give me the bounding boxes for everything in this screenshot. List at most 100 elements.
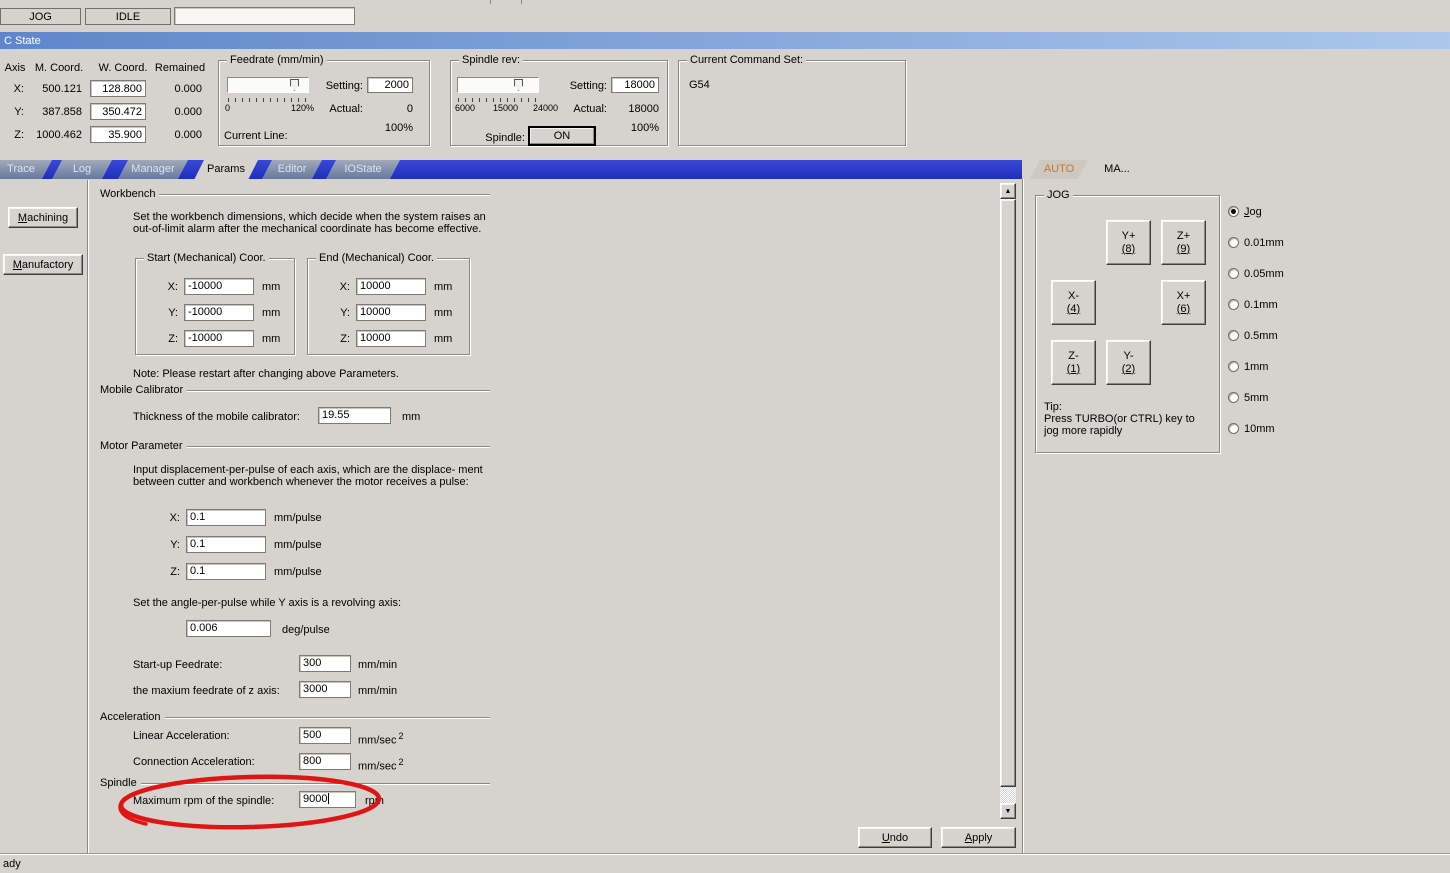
- tab-log[interactable]: Log: [52, 160, 112, 179]
- tab-editor[interactable]: Editor: [262, 160, 322, 179]
- zmax-feedrate-field[interactable]: 3000: [299, 681, 351, 698]
- pulse-y-field[interactable]: 0.1: [186, 536, 266, 553]
- axis-y-label: Y:: [14, 106, 24, 118]
- radio-icon[interactable]: [1228, 423, 1239, 434]
- start-y-label: Y:: [168, 307, 178, 319]
- angle-per-pulse-value: 0.006: [190, 622, 218, 634]
- jog-z-minus-button[interactable]: Z- (1): [1051, 340, 1096, 385]
- feedrate-setting-label: Setting:: [325, 80, 363, 92]
- step-option-5mm[interactable]: 5mm: [1228, 391, 1268, 404]
- machine-state-button[interactable]: IDLE: [85, 8, 171, 25]
- command-set-group-label: Current Command Set:: [687, 54, 807, 67]
- step-option-jog-label[interactable]: Jog: [1244, 206, 1262, 218]
- apply-button[interactable]: Apply: [941, 827, 1016, 848]
- step-option-0-5mm-label[interactable]: 0.5mm: [1244, 330, 1278, 342]
- spindle-on-button[interactable]: ON: [529, 127, 595, 145]
- ncstudio-window: JOG IDLE C State Axis M. Coord. W. Coord…: [0, 0, 1450, 873]
- end-y-field[interactable]: 10000: [356, 304, 426, 321]
- main-tabbar: Trace Log Manager Params Editor IOState: [0, 160, 1022, 179]
- sidebar-divider: [87, 180, 89, 853]
- wcoord-x-box[interactable]: 128.800: [90, 80, 146, 97]
- start-x-unit: mm: [262, 281, 281, 293]
- machining-button[interactable]: Machining: [8, 207, 78, 228]
- step-option-10mm[interactable]: 10mm: [1228, 422, 1275, 435]
- step-option-1mm-label[interactable]: 1mm: [1244, 361, 1268, 373]
- radio-icon[interactable]: [1228, 361, 1239, 372]
- feedrate-slider[interactable]: [227, 77, 309, 93]
- step-option-0-01mm[interactable]: 0.01mm: [1228, 236, 1284, 249]
- tab-auto[interactable]: AUTO: [1030, 160, 1088, 179]
- radio-icon[interactable]: [1228, 237, 1239, 248]
- mode-button[interactable]: JOG: [0, 8, 81, 25]
- feedrate-actual-label: Actual:: [329, 103, 363, 115]
- startup-feedrate-label: Start-up Feedrate:: [133, 659, 223, 671]
- pulse-z-field[interactable]: 0.1: [186, 563, 266, 580]
- step-option-5mm-label[interactable]: 5mm: [1244, 392, 1268, 404]
- tab-manager[interactable]: Manager: [118, 160, 188, 179]
- calibrator-thickness-field[interactable]: 19.55: [318, 407, 391, 424]
- spindle-on-button-label: ON: [553, 130, 571, 142]
- spindle-setting-field[interactable]: 18000: [611, 77, 659, 93]
- spindle-slider-thumb[interactable]: [514, 79, 523, 91]
- undo-button[interactable]: Undo: [858, 827, 932, 848]
- jog-x-plus-button[interactable]: X+ (6): [1161, 280, 1206, 325]
- startup-feedrate-field[interactable]: 300: [299, 655, 351, 672]
- workbench-section-title: Workbench: [100, 188, 156, 200]
- start-z-field[interactable]: -10000: [184, 330, 254, 347]
- tab-trace[interactable]: Trace: [0, 160, 52, 179]
- angle-per-pulse-field[interactable]: 0.006: [186, 620, 271, 637]
- jog-z-plus-label: Z+: [1176, 229, 1191, 242]
- start-x-value: -10000: [188, 280, 223, 292]
- step-option-0-05mm[interactable]: 0.05mm: [1228, 267, 1284, 280]
- start-x-field[interactable]: -10000: [184, 278, 254, 295]
- jog-z-plus-button[interactable]: Z+ (9): [1161, 220, 1206, 265]
- spindle-slider[interactable]: [457, 77, 539, 93]
- jog-x-minus-button[interactable]: X- (4): [1051, 280, 1096, 325]
- step-option-0-5mm[interactable]: 0.5mm: [1228, 329, 1278, 342]
- feedrate-setting-field[interactable]: 2000: [367, 77, 413, 93]
- command-set-value: G54: [689, 79, 710, 91]
- workbench-desc-line2: out-of-limit alarm after the mechanical …: [133, 223, 482, 235]
- radio-icon[interactable]: [1228, 299, 1239, 310]
- scroll-down-button[interactable]: ▼: [1000, 803, 1016, 819]
- linear-accel-field[interactable]: 500: [299, 727, 351, 744]
- step-option-0-05mm-label[interactable]: 0.05mm: [1244, 268, 1284, 280]
- jog-z-plus-key: (9): [1176, 242, 1191, 255]
- params-scrollbar[interactable]: ▲ ▼: [1000, 183, 1016, 819]
- start-z-unit: mm: [262, 333, 281, 345]
- end-z-field[interactable]: 10000: [356, 330, 426, 347]
- step-option-0-01mm-label[interactable]: 0.01mm: [1244, 237, 1284, 249]
- jog-y-plus-button[interactable]: Y+ (8): [1106, 220, 1151, 265]
- radio-icon[interactable]: [1228, 268, 1239, 279]
- step-option-10mm-label[interactable]: 10mm: [1244, 423, 1275, 435]
- radio-icon[interactable]: [1228, 206, 1239, 217]
- tab-manual[interactable]: MA...: [1090, 160, 1144, 180]
- end-x-field[interactable]: 10000: [356, 278, 426, 295]
- wcoord-z-box[interactable]: 35.900: [90, 126, 146, 143]
- col-header-mcoord: M. Coord.: [34, 62, 84, 74]
- spindle-group-label: Spindle rev:: [459, 54, 524, 67]
- radio-icon[interactable]: [1228, 392, 1239, 403]
- scroll-up-button[interactable]: ▲: [1000, 183, 1016, 199]
- radio-icon[interactable]: [1228, 330, 1239, 341]
- feedrate-slider-thumb[interactable]: [290, 79, 299, 91]
- wcoord-y-box[interactable]: 350.472: [90, 103, 146, 120]
- restart-note: Note: Please restart after changing abov…: [133, 368, 399, 380]
- tab-iostate[interactable]: IOState: [326, 160, 400, 179]
- remained-y-value: 0.000: [174, 106, 202, 118]
- step-option-0-1mm-label[interactable]: 0.1mm: [1244, 299, 1278, 311]
- current-line-label: Current Line:: [224, 130, 288, 142]
- step-option-0-1mm[interactable]: 0.1mm: [1228, 298, 1278, 311]
- step-option-jog[interactable]: Jog: [1228, 205, 1262, 218]
- start-y-field[interactable]: -10000: [184, 304, 254, 321]
- top-text-input[interactable]: [174, 7, 355, 25]
- tab-params[interactable]: Params: [194, 160, 258, 180]
- connection-accel-field[interactable]: 800: [299, 753, 351, 770]
- pulse-x-field[interactable]: 0.1: [186, 509, 266, 526]
- manufactory-button[interactable]: Manufactory: [3, 254, 83, 275]
- tab-editor-label: Editor: [277, 163, 307, 175]
- step-option-1mm[interactable]: 1mm: [1228, 360, 1268, 373]
- jog-y-minus-button[interactable]: Y- (2): [1106, 340, 1151, 385]
- max-rpm-field[interactable]: 9000: [299, 791, 356, 808]
- scroll-thumb[interactable]: [1000, 199, 1016, 787]
